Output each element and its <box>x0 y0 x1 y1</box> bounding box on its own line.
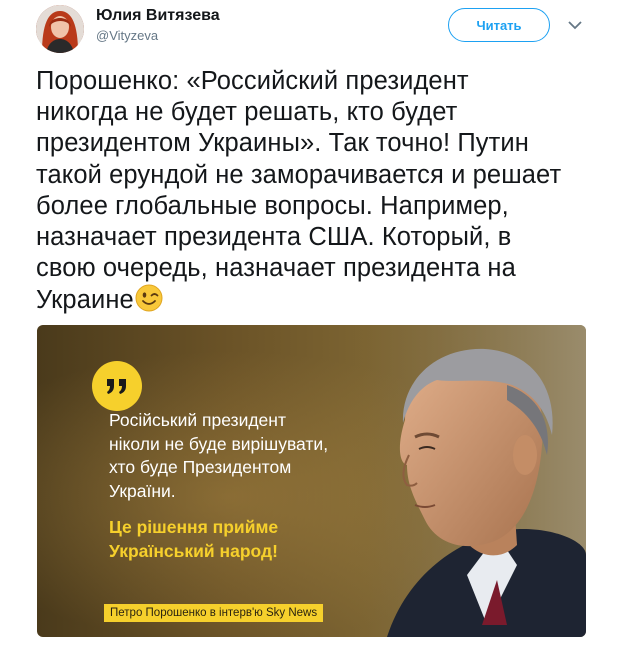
quote-text: Російський президент ніколи не буде вирі… <box>109 409 369 503</box>
tweet-text: Порошенко: «Российский президент никогда… <box>36 66 596 317</box>
portrait-illustration <box>347 325 586 637</box>
media-image[interactable]: Російський президент ніколи не буде вирі… <box>37 325 586 637</box>
quote-bold-text: Це рішення прийме Український народ! <box>109 515 349 563</box>
quote-bold-content: Це рішення прийме Український народ! <box>109 517 279 561</box>
author-avatar[interactable] <box>36 5 84 53</box>
follow-button[interactable]: Читать <box>448 8 550 42</box>
quote-mark-icon <box>92 361 142 411</box>
quote-text-content: Російський президент ніколи не буде вирі… <box>109 410 329 501</box>
tweet-card: Юлия Витязева @Vityzeva Читать Порошенко… <box>0 0 620 652</box>
avatar-image <box>36 5 84 53</box>
chevron-down-icon[interactable] <box>566 16 584 34</box>
tweet-body: Порошенко: «Российский президент никогда… <box>36 67 562 315</box>
author-name[interactable]: Юлия Витязева <box>96 7 220 25</box>
media-caption: Петро Порошенко в інтерв'ю Sky News <box>104 604 324 622</box>
author-handle[interactable]: @Vityzeva <box>96 28 158 43</box>
winking-face-icon <box>135 284 163 312</box>
